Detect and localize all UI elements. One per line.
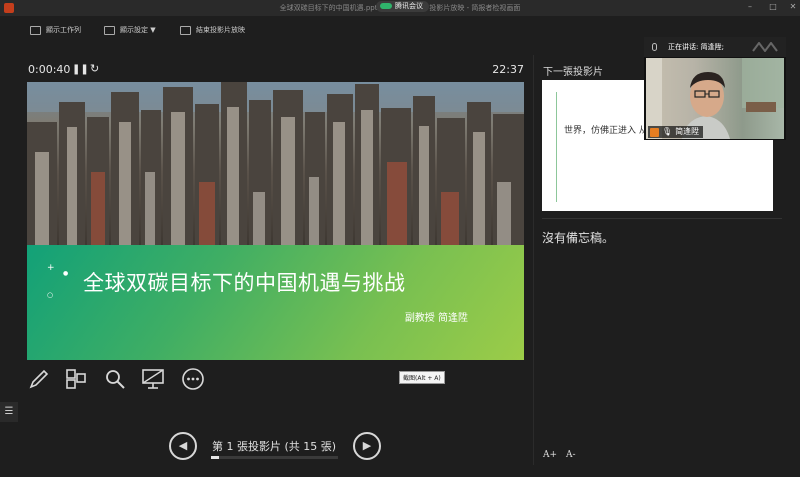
decor-plus-icon: + — [47, 263, 55, 273]
slide-title-band: + ● ○ 全球双碳目标下的中国机遇与挑战 副教授 简逢陞 — [27, 245, 524, 360]
slide-author: 副教授 简逢陞 — [404, 313, 468, 324]
black-screen-icon — [142, 369, 164, 389]
pen-tool-button[interactable] — [27, 367, 51, 391]
meeting-status-icon — [380, 3, 392, 9]
zoom-button[interactable] — [103, 367, 127, 391]
more-options-button[interactable] — [181, 367, 205, 391]
speaker-name-tag: 🎙 简逢陞 — [648, 126, 704, 138]
slide-title: 全球双碳目标下的中国机遇与挑战 — [83, 271, 406, 295]
end-slideshow-button[interactable]: 結束投影片放映 — [180, 25, 245, 35]
close-icon[interactable]: ✕ — [788, 2, 798, 12]
next-slide-label: 下一張投影片 — [543, 67, 603, 78]
next-slide-accent-line — [556, 92, 557, 202]
slide-progress-bar — [211, 456, 338, 459]
meeting-badge[interactable]: 腾讯会议 — [376, 1, 429, 12]
minimize-icon[interactable]: – — [745, 2, 755, 12]
speaker-notes[interactable]: 沒有備忘稿。 — [542, 229, 614, 246]
zoom-icon — [106, 370, 125, 389]
current-time: 22:37 — [492, 63, 524, 76]
display-settings-button[interactable]: 顯示設定 ▼ — [104, 25, 156, 35]
slide-progress-fill — [211, 456, 220, 459]
maximize-icon[interactable]: □ — [768, 2, 778, 12]
decor-circle-icon: ○ — [47, 291, 54, 299]
elapsed-timer: 0:00:40 — [28, 63, 71, 76]
more-options-icon — [182, 368, 204, 390]
reset-timer-icon[interactable]: ↻ — [90, 62, 99, 75]
participant-icon — [650, 127, 659, 137]
notes-divider — [542, 218, 782, 219]
outline-toggle-icon[interactable]: ☰ — [0, 402, 18, 422]
speaker-video: 🎙 简逢陞 — [646, 58, 784, 139]
end-show-icon — [180, 25, 191, 35]
speaker-video-panel[interactable]: 正在讲话: 简逢陞; 🎙 简逢陞 — [644, 37, 786, 140]
slide-counter: 第 1 張投影片 (共 15 張) — [212, 440, 337, 453]
pause-timer-icon[interactable]: ❚❚ — [72, 64, 89, 75]
screenshot-tooltip: 截图(Alt + A) — [399, 371, 445, 384]
speaker-status: 正在讲话: 简逢陞; — [668, 43, 724, 51]
increase-font-button[interactable]: A+ — [543, 450, 557, 460]
decrease-font-button[interactable]: A- — [566, 450, 576, 460]
decor-dot-icon: ● — [63, 270, 69, 277]
city-buildings — [27, 82, 524, 245]
taskbar-icon — [30, 25, 41, 35]
speaker-status-bar: 正在讲话: 简逢陞; — [644, 37, 786, 57]
previous-slide-button[interactable]: ◀ — [169, 432, 197, 460]
pen-icon — [29, 369, 49, 389]
next-slide-button[interactable]: ▶ — [353, 432, 381, 460]
meeting-logo-icon — [752, 42, 778, 52]
microphone-icon — [652, 43, 657, 51]
see-all-slides-icon — [66, 369, 86, 389]
mic-status-icon: 🎙 — [662, 127, 673, 136]
pane-divider[interactable] — [533, 55, 534, 465]
previous-slide-icon: ◀ — [178, 439, 188, 452]
next-slide-icon: ▶ — [362, 439, 372, 452]
window-titlebar: 全球双碳目标下的中国机遇.pptx - PowerPoint 投影片放映 - 简… — [0, 0, 800, 16]
city-skyline-image — [27, 82, 524, 245]
see-all-slides-button[interactable] — [64, 367, 88, 391]
current-slide[interactable]: + ● ○ 全球双碳目标下的中国机遇与挑战 副教授 简逢陞 — [27, 82, 524, 360]
show-taskbar-button[interactable]: 顯示工作列 — [30, 25, 81, 35]
black-screen-button[interactable] — [141, 367, 165, 391]
display-settings-icon — [104, 25, 115, 35]
